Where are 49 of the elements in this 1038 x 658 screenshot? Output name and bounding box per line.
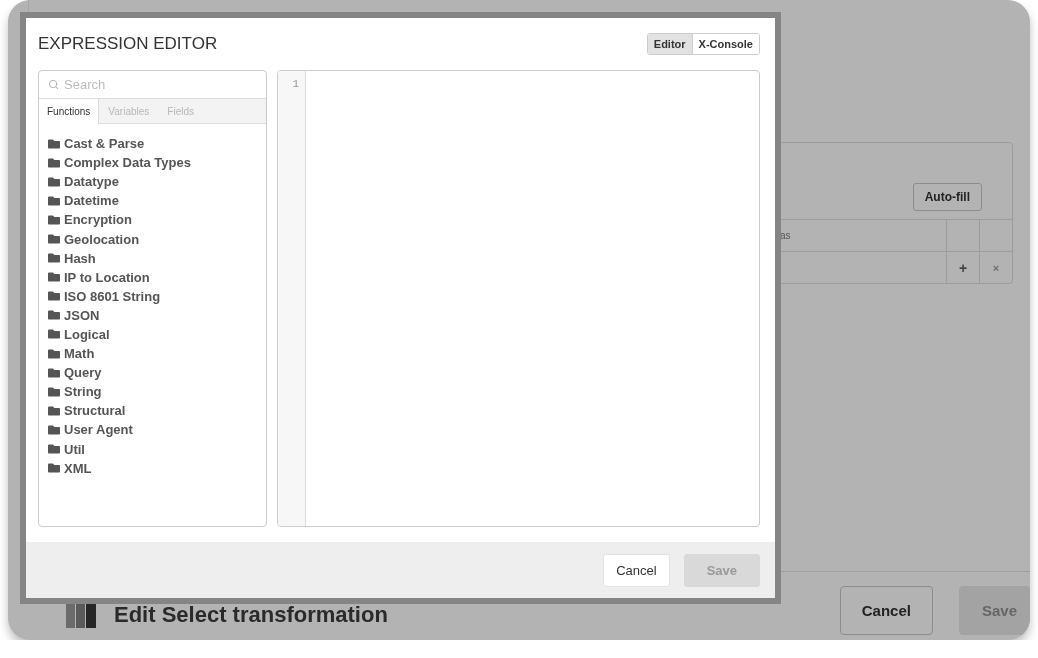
folder-icon: [48, 423, 60, 436]
line-number: 1: [292, 78, 299, 90]
folder-icon: [48, 328, 60, 341]
folder-icon: [48, 137, 60, 150]
category-item[interactable]: Util: [48, 439, 257, 459]
cancel-button[interactable]: Cancel: [839, 585, 933, 635]
mode-toggle-button[interactable]: X-Console: [691, 34, 759, 54]
dialog-title: EXPRESSION EDITOR: [38, 34, 218, 54]
category-item[interactable]: ISO 8601 String: [48, 286, 257, 306]
add-row-button[interactable]: +: [958, 259, 968, 276]
folder-icon: [48, 233, 60, 245]
search-icon: [48, 79, 59, 90]
folder-icon: [48, 462, 60, 475]
folder-icon: [48, 194, 60, 207]
page-title: Edit Select transformation: [114, 602, 389, 628]
category-item[interactable]: Structural: [48, 401, 257, 421]
category-item[interactable]: Geolocation: [48, 229, 257, 249]
category-item[interactable]: JSON: [48, 305, 257, 325]
column-header: as: [780, 230, 791, 241]
mode-toggle-button[interactable]: Editor: [647, 34, 692, 54]
folder-icon: [48, 366, 60, 379]
category-item[interactable]: Datatype: [48, 172, 257, 192]
folder-icon: [48, 175, 60, 188]
category-item[interactable]: Datetime: [48, 191, 257, 211]
folder-icon: [48, 213, 60, 226]
category-item[interactable]: Hash: [48, 248, 257, 268]
folder-icon: [48, 290, 60, 303]
folder-icon: [48, 271, 60, 284]
folder-icon: [48, 156, 60, 169]
category-item[interactable]: User Agent: [48, 420, 257, 440]
category-item[interactable]: IP to Location: [48, 267, 257, 287]
category-item[interactable]: Cast & Parse: [48, 134, 257, 154]
tab[interactable]: Functions: [39, 99, 100, 124]
category-item[interactable]: Query: [48, 363, 257, 383]
category-item[interactable]: Complex Data Types: [48, 153, 257, 173]
category-item[interactable]: Math: [48, 344, 257, 364]
folder-icon: [48, 404, 60, 417]
category-item[interactable]: Encryption: [48, 210, 257, 230]
category-item[interactable]: XML: [48, 458, 257, 478]
folder-icon: [48, 309, 60, 322]
folder-icon: [48, 385, 60, 398]
folder-icon: [48, 443, 60, 456]
folder-icon: [48, 347, 60, 360]
columns-icon: [66, 604, 96, 628]
auto-fill-button[interactable]: Auto-fill: [912, 183, 982, 211]
category-item[interactable]: Logical: [48, 324, 257, 345]
folder-icon: [48, 252, 60, 265]
cancel-button[interactable]: Cancel: [603, 553, 670, 587]
category-item[interactable]: String: [48, 382, 257, 402]
